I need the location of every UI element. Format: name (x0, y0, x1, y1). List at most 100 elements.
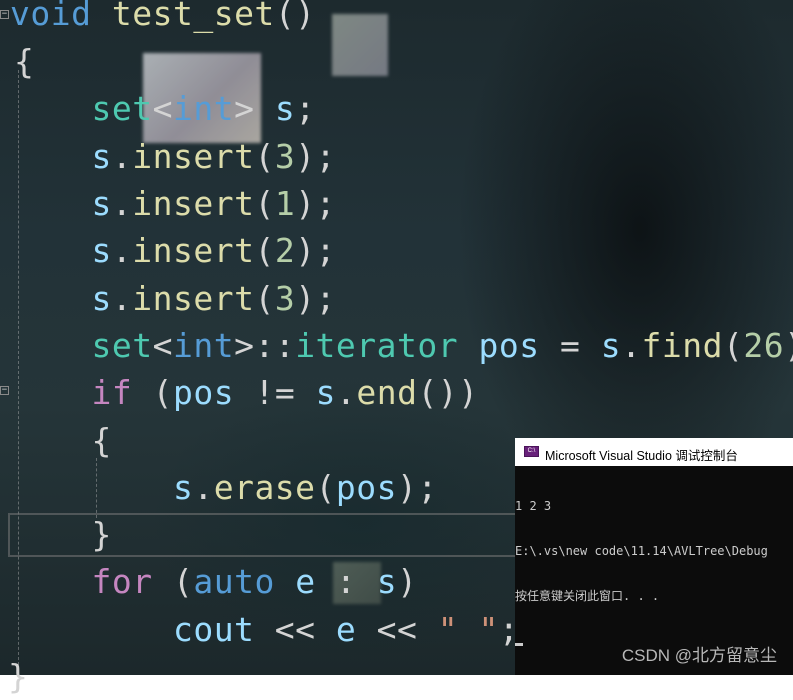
code-token: ); (295, 231, 336, 270)
code-token: ) (397, 562, 418, 601)
code-token: s (376, 562, 398, 601)
code-token: s (600, 326, 622, 365)
code-line[interactable]: set<int>::iterator pos = s.find(26); (10, 322, 793, 369)
code-line[interactable]: { (10, 417, 112, 464)
code-token: for (91, 562, 153, 601)
code-token: . (111, 184, 133, 223)
code-token: e (335, 610, 357, 649)
code-token: erase (213, 468, 316, 507)
wallpaper-light-patch (332, 14, 388, 76)
code-token: = (539, 326, 601, 365)
code-token: . (111, 279, 133, 318)
code-token: test_set (111, 0, 275, 33)
code-token: . (111, 137, 133, 176)
code-token: iterator (295, 326, 459, 365)
code-token: ( (722, 326, 744, 365)
code-token: ); (295, 184, 336, 223)
code-token: set (91, 326, 153, 365)
code-token: int (172, 326, 235, 365)
code-token: pos (478, 326, 540, 365)
code-line[interactable]: if (pos != s.end()) (10, 369, 479, 416)
code-token: 26 (743, 326, 785, 365)
code-token: pos (172, 373, 235, 412)
code-token: 3 (274, 279, 296, 318)
code-token: auto (193, 562, 275, 601)
fold-toggle-icon[interactable]: − (0, 386, 9, 395)
code-token: " " (437, 610, 499, 649)
code-token: ); (295, 279, 336, 318)
code-token: . (335, 373, 357, 412)
code-token: void (10, 0, 92, 33)
code-token: ( (315, 468, 336, 507)
console-titlebar[interactable]: C:\ Microsoft Visual Studio 调试控制台 (515, 438, 793, 466)
code-token: != (234, 373, 316, 412)
code-token: () (274, 0, 316, 33)
code-token: s (91, 137, 112, 176)
code-token: } (10, 515, 112, 554)
code-line[interactable]: s.insert(3); (10, 133, 336, 180)
code-line[interactable]: set<int> s; (10, 85, 316, 132)
code-token: >:: (234, 326, 296, 365)
code-token: . (621, 326, 642, 365)
code-token: s (315, 373, 336, 412)
code-token: insert (132, 279, 255, 318)
code-token: << (356, 610, 438, 649)
code-token: ()) (417, 373, 479, 412)
code-token: s (91, 184, 112, 223)
watermark: CSDN @北方留意尘 (621, 646, 777, 665)
code-line[interactable]: s.insert(3); (10, 275, 336, 322)
code-token: ( (254, 279, 275, 318)
code-token: s (91, 279, 112, 318)
code-token: < (152, 89, 173, 128)
code-token: : (315, 562, 377, 601)
code-token: ); (397, 468, 438, 507)
code-token: ( (254, 231, 275, 270)
code-token: insert (132, 231, 255, 270)
code-token: { (14, 42, 35, 81)
code-line[interactable]: } (8, 653, 28, 700)
code-token: 1 (274, 184, 296, 223)
code-token: ); (784, 326, 793, 365)
code-token: } (8, 657, 29, 696)
console-output-line: E:\.vs\new code\11.14\AVLTree\Debug (515, 544, 768, 558)
code-line[interactable]: s.erase(pos); (10, 464, 438, 511)
code-token: insert (132, 137, 255, 176)
console-output-line: 1 2 3 (515, 499, 552, 513)
code-token: ; (295, 89, 316, 128)
code-token: insert (132, 184, 255, 223)
code-token: 2 (274, 231, 296, 270)
code-token: if (91, 373, 133, 412)
code-line[interactable]: void test_set() (10, 0, 316, 37)
console-app-icon: C:\ (524, 446, 539, 457)
code-token: . (111, 231, 133, 270)
debug-console-window[interactable]: C:\ Microsoft Visual Studio 调试控制台 1 2 3 … (515, 438, 793, 675)
code-token: find (641, 326, 723, 365)
code-token: ( (254, 184, 275, 223)
console-cursor (515, 643, 523, 646)
code-line[interactable]: } (10, 511, 112, 558)
code-line[interactable]: s.insert(1); (10, 180, 336, 227)
code-line[interactable]: cout << e << " "; (10, 606, 519, 653)
code-token: set (91, 89, 153, 128)
code-line[interactable]: s.insert(2); (10, 227, 336, 274)
code-token: { (10, 421, 112, 460)
fold-toggle-icon[interactable]: − (0, 10, 9, 19)
code-token: ( (152, 562, 194, 601)
code-line[interactable]: { (14, 38, 34, 85)
code-line[interactable]: for (auto e : s) (10, 558, 417, 605)
console-output-line: 按任意键关闭此窗口. . . (515, 589, 660, 603)
code-token: 3 (274, 137, 296, 176)
code-token: << (254, 610, 336, 649)
